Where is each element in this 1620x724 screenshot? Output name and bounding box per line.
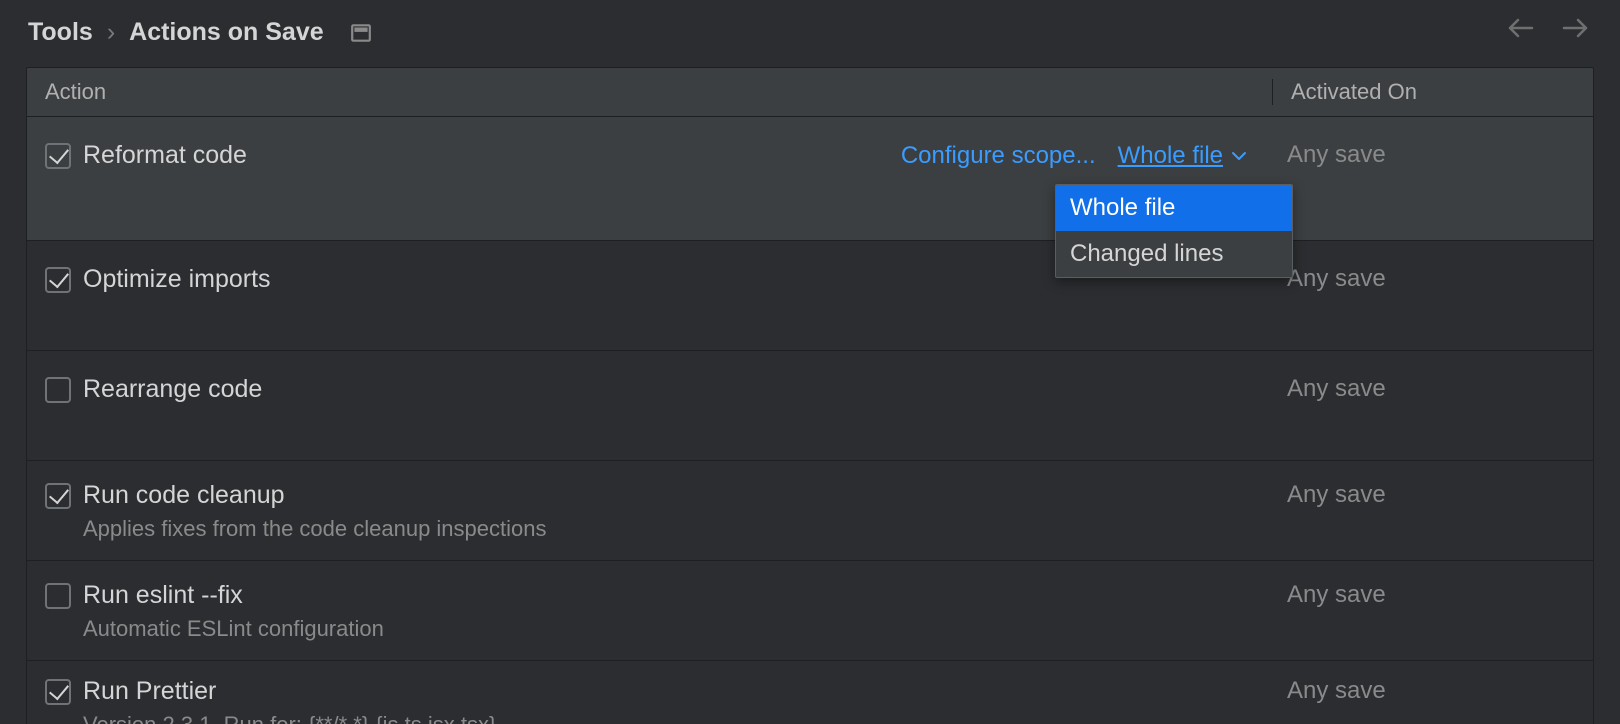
action-label: Optimize imports: [83, 265, 271, 294]
table-row[interactable]: Run code cleanup Applies fixes from the …: [27, 460, 1593, 560]
scope-dropdown[interactable]: Whole file: [1118, 142, 1247, 170]
scope-dropdown-label: Whole file: [1118, 142, 1223, 170]
activated-on-value: Any save: [1275, 481, 1575, 509]
back-arrow-icon[interactable]: [1506, 16, 1534, 40]
table-row[interactable]: Run eslint --fix Automatic ESLint config…: [27, 560, 1593, 660]
action-label: Run code cleanup: [83, 481, 285, 510]
table-header: Action Activated On: [27, 68, 1593, 116]
table-row[interactable]: Reformat code Configure scope... Whole f…: [27, 116, 1593, 240]
action-label: Run Prettier: [83, 677, 216, 706]
settings-layout-icon[interactable]: [350, 22, 372, 44]
checkbox[interactable]: [45, 483, 71, 509]
checkbox[interactable]: [45, 583, 71, 609]
chevron-down-icon: [1231, 150, 1247, 162]
action-label: Run eslint --fix: [83, 581, 243, 610]
breadcrumb-current: Actions on Save: [129, 18, 324, 47]
action-sublabel: Automatic ESLint configuration: [83, 616, 1275, 642]
checkbox[interactable]: [45, 679, 71, 705]
actions-table: Action Activated On Reformat code Config…: [26, 67, 1594, 724]
action-label: Rearrange code: [83, 375, 262, 404]
col-action-header: Action: [27, 79, 1273, 105]
popup-item-changed-lines[interactable]: Changed lines: [1056, 231, 1292, 277]
checkbox[interactable]: [45, 267, 71, 293]
action-sublabel: Applies fixes from the code cleanup insp…: [83, 516, 1275, 542]
scope-popup: Whole file Changed lines: [1055, 184, 1293, 278]
activated-on-value: Any save: [1275, 141, 1575, 169]
forward-arrow-icon[interactable]: [1562, 16, 1590, 40]
table-row[interactable]: Rearrange code Any save: [27, 350, 1593, 460]
action-sublabel: Version 2.3.1. Run for: {**/*,*}.{js,ts,…: [83, 712, 1275, 724]
activated-on-value: Any save: [1275, 265, 1575, 293]
action-label: Reformat code: [83, 141, 247, 170]
chevron-right-icon: ›: [107, 18, 115, 47]
activated-on-value: Any save: [1275, 677, 1575, 705]
breadcrumb: Tools › Actions on Save: [0, 0, 1620, 67]
breadcrumb-parent[interactable]: Tools: [28, 18, 93, 47]
configure-scope-link[interactable]: Configure scope...: [901, 142, 1096, 170]
checkbox[interactable]: [45, 377, 71, 403]
activated-on-value: Any save: [1275, 375, 1575, 403]
popup-item-whole-file[interactable]: Whole file: [1056, 185, 1292, 231]
activated-on-value: Any save: [1275, 581, 1575, 609]
col-activated-header: Activated On: [1273, 79, 1593, 105]
table-row[interactable]: Run Prettier Version 2.3.1. Run for: {**…: [27, 660, 1593, 724]
checkbox[interactable]: [45, 143, 71, 169]
nav-arrows: [1506, 16, 1590, 40]
table-row[interactable]: Optimize imports Any save: [27, 240, 1593, 350]
